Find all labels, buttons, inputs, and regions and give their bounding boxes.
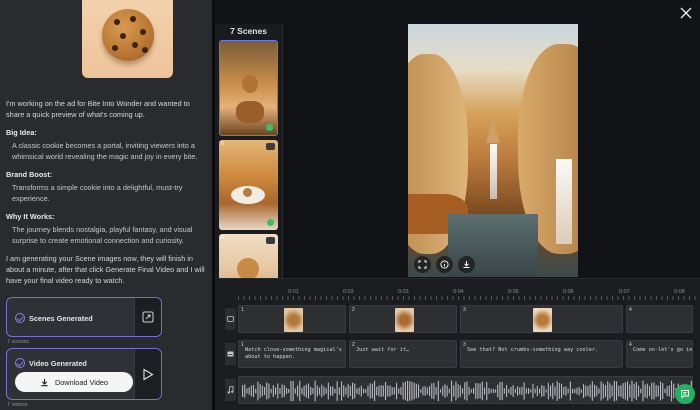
videos-count: 7 videos [7, 402, 28, 408]
time-marker: 0:07 [619, 289, 630, 295]
play-icon [143, 368, 154, 380]
video-generated-card: Video Generated Download Video [6, 348, 162, 400]
chat-icon [681, 390, 689, 399]
audio-waveform-clip[interactable] [238, 376, 693, 404]
done-badge-icon [267, 219, 274, 226]
fullscreen-icon [418, 260, 427, 269]
section-body: A classic cookie becomes a portal, invit… [12, 141, 198, 161]
scene-thumbnail[interactable]: 5 [219, 140, 278, 230]
download-icon [41, 378, 48, 386]
info-button[interactable] [436, 256, 453, 273]
scene-preview-image [408, 24, 578, 277]
done-badge-icon [266, 124, 273, 131]
assistant-message: I'm working on the ad for Bite Into Wond… [6, 98, 206, 293]
time-marker: 0:06 [563, 289, 574, 295]
clip-thumbnail [395, 308, 414, 332]
image-icon [266, 143, 275, 150]
subtitle-clip[interactable]: 2 Just wait for it… [349, 340, 457, 368]
card-title: Video Generated [29, 359, 87, 368]
time-marker: 0:03 [398, 289, 409, 295]
image-icon [266, 237, 275, 244]
subtitle-text: Come on-let's go insid [633, 347, 693, 353]
cookie-image [82, 0, 173, 78]
cookie-graphic [102, 9, 154, 61]
audio-track-icon [225, 379, 236, 401]
time-marker: 0:01 [288, 289, 299, 295]
scene-thumbnail[interactable]: 6 [219, 234, 278, 278]
subtitle-clip[interactable]: 1 Watch close-something magical's about … [238, 340, 346, 368]
download-icon [463, 261, 470, 268]
ruler-ticks [238, 296, 696, 300]
cookie-character [237, 258, 259, 278]
generation-status: I am generating your Scene images now, t… [6, 254, 205, 285]
download-video-button[interactable]: Download Video [15, 372, 133, 392]
check-circle-icon [15, 358, 25, 368]
section-body: Transforms a simple cookie into a deligh… [12, 183, 183, 203]
message-intro: I'm working on the ad for Bite Into Wond… [6, 99, 190, 119]
waveform-graphic [242, 380, 692, 402]
subtitle-clip[interactable]: 4 Come on-let's go insid [626, 340, 693, 368]
video-clip[interactable]: 3 [460, 305, 623, 333]
clip-thumbnail [284, 308, 303, 332]
card-title: Scenes Generated [29, 314, 93, 323]
chat-support-button[interactable] [675, 384, 695, 404]
scenes-title: 7 Scenes [230, 26, 267, 36]
info-icon [440, 260, 449, 269]
scenes-count: 7 scenes [7, 339, 30, 345]
section-heading: Brand Boost: [6, 170, 53, 179]
check-circle-icon [15, 313, 25, 323]
play-video-button[interactable] [134, 349, 161, 399]
subtitle-text: See that? Not crumbs-something way coole… [467, 347, 599, 353]
section-heading: Big Idea: [6, 128, 37, 137]
time-marker: 0:02 [343, 289, 354, 295]
download-label: Download Video [54, 377, 108, 387]
time-marker: 0:08 [674, 289, 685, 295]
fullscreen-button[interactable] [414, 256, 431, 273]
section-heading: Why It Works: [6, 212, 55, 221]
cookie-portal [242, 75, 258, 93]
download-image-button[interactable] [458, 256, 475, 273]
close-icon[interactable] [679, 6, 693, 20]
time-marker: 0:05 [508, 289, 519, 295]
video-clip[interactable]: 4 [626, 305, 693, 333]
subtitle-text: Watch close-something magical's about to… [245, 347, 345, 360]
scene-thumbnail[interactable] [219, 40, 278, 136]
subtitle-track-icon [225, 343, 236, 365]
time-marker: 0:04 [453, 289, 464, 295]
section-body: The journey blends nostalgia, playful fa… [12, 225, 193, 245]
resize-icon [142, 311, 154, 323]
scenes-panel: 7 Scenes 5 6 [215, 24, 283, 278]
chat-panel: I'm working on the ad for Bite Into Wond… [0, 0, 212, 410]
video-track-icon [225, 308, 236, 330]
clip-thumbnail [533, 308, 552, 332]
video-clip[interactable]: 2 [349, 305, 457, 333]
video-clip[interactable]: 1 [238, 305, 346, 333]
subtitle-clip[interactable]: 3 See that? Not crumbs-something way coo… [460, 340, 623, 368]
subtitle-text: Just wait for it… [356, 347, 410, 353]
expand-scenes-button[interactable] [134, 298, 161, 336]
scenes-generated-card[interactable]: Scenes Generated [6, 297, 162, 337]
